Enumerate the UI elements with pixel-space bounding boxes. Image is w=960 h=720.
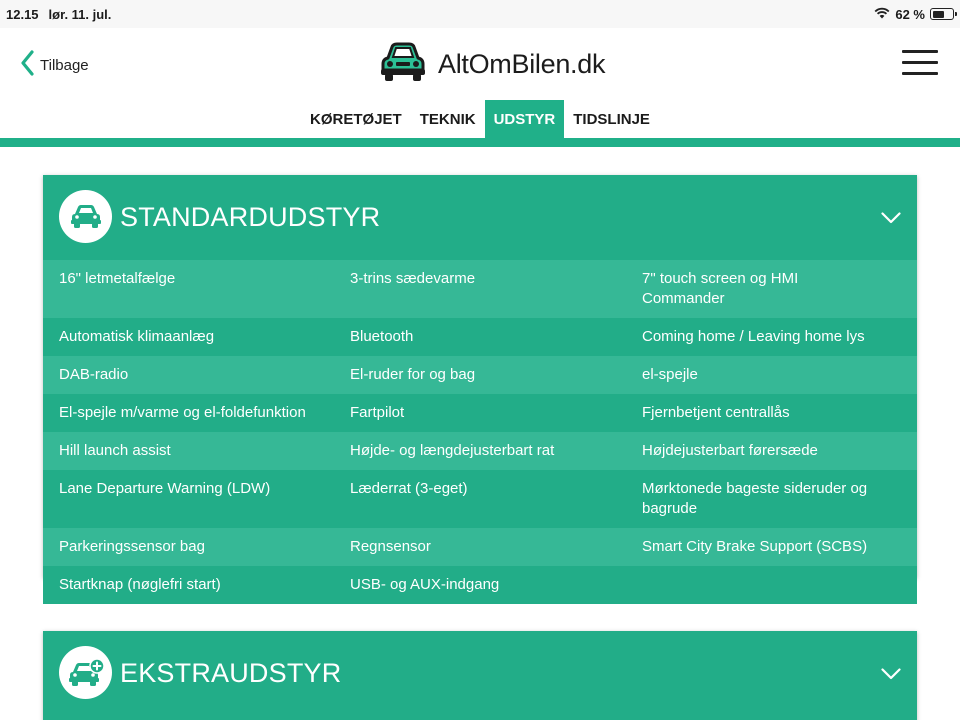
tab-bar: KØRETØJET TEKNIK UDSTYR TIDSLINJE	[0, 100, 960, 138]
table-row: Lane Departure Warning (LDW) Læderrat (3…	[43, 470, 917, 528]
standard-equipment-header[interactable]: STANDARDUDSTYR	[43, 175, 917, 260]
battery-percent: 62 %	[895, 6, 925, 22]
equipment-item: 7" touch screen og HMI Commander	[642, 270, 799, 307]
equipment-item: Automatisk klimaanlæg	[59, 328, 215, 345]
standard-equipment-title: STANDARDUDSTYR	[120, 202, 381, 232]
menu-line	[902, 50, 938, 53]
tab-underline	[0, 138, 960, 147]
table-row: DAB-radio El-ruder for og bag el-spejle	[43, 356, 917, 394]
equipment-item: 3-trins sædevarme	[350, 270, 476, 287]
car-icon	[59, 190, 112, 243]
menu-line	[902, 61, 938, 64]
extra-equipment-header[interactable]: EKSTRAUDSTYR	[43, 631, 917, 716]
battery-icon	[930, 8, 957, 20]
tab-udstyr[interactable]: UDSTYR	[484, 100, 565, 138]
equipment-item: Bluetooth	[350, 328, 414, 345]
equipment-item: Fartpilot	[350, 404, 405, 421]
equipment-item: Mørktonede bageste sideruder og bagrude	[642, 480, 868, 517]
standard-equipment-list: 16" letmetalfælge 3-trins sædevarme 7" t…	[43, 260, 917, 604]
equipment-item: el-spejle	[642, 366, 698, 383]
tab-tidslinje[interactable]: TIDSLINJE	[564, 100, 659, 138]
equipment-item: El-ruder for og bag	[350, 366, 476, 383]
chevron-down-icon[interactable]	[881, 667, 901, 685]
status-date: lør. 11. jul.	[48, 6, 112, 22]
equipment-item: Smart City Brake Support (SCBS)	[642, 538, 868, 555]
site-logo[interactable]: AltOmBilen.dk	[377, 40, 605, 89]
equipment-item: USB- og AUX-indgang	[350, 576, 500, 593]
menu-line	[902, 72, 938, 75]
extra-equipment-title: EKSTRAUDSTYR	[120, 658, 342, 688]
table-row: 16" letmetalfælge 3-trins sædevarme 7" t…	[43, 260, 917, 318]
car-plus-icon	[59, 646, 112, 699]
equipment-item: Læderrat (3-eget)	[350, 480, 468, 497]
equipment-item: DAB-radio	[59, 366, 129, 383]
equipment-item: Fjernbetjent centrallås	[642, 404, 790, 421]
table-row: Startknap (nøglefri start) USB- og AUX-i…	[43, 566, 917, 604]
equipment-item: Hill launch assist	[59, 442, 171, 459]
hamburger-menu-button[interactable]	[902, 50, 938, 78]
equipment-item: El-spejle m/varme og el-foldefunktion	[59, 404, 306, 421]
equipment-item: Højde- og længdejusterbart rat	[350, 442, 555, 459]
equipment-item	[626, 566, 917, 604]
equipment-item: Højdejusterbart førersæde	[642, 442, 818, 459]
tab-teknik[interactable]: TEKNIK	[411, 100, 485, 138]
equipment-item: Lane Departure Warning (LDW)	[59, 480, 271, 497]
wifi-icon	[874, 7, 890, 22]
equipment-item: Coming home / Leaving home lys	[642, 328, 865, 345]
extra-equipment-section: EKSTRAUDSTYR	[43, 631, 917, 720]
back-label: Tilbage	[40, 57, 89, 74]
equipment-item: 16" letmetalfælge	[59, 270, 176, 287]
equipment-item: Regnsensor	[350, 538, 431, 555]
equipment-item: Parkeringssensor bag	[59, 538, 205, 555]
table-row: Parkeringssensor bag Regnsensor Smart Ci…	[43, 528, 917, 566]
status-bar: 12.15 lør. 11. jul. 62 %	[0, 0, 960, 28]
app-header: Tilbage AltOmBilen.dk	[0, 28, 960, 100]
status-time: 12.15	[6, 6, 39, 22]
back-button[interactable]: Tilbage	[20, 50, 89, 81]
logo-text: AltOmBilen.dk	[438, 49, 606, 79]
equipment-item: Startknap (nøglefri start)	[59, 576, 221, 593]
table-row: Hill launch assist Højde- og længdejuste…	[43, 432, 917, 470]
tab-koeretoejet[interactable]: KØRETØJET	[301, 100, 411, 138]
car-logo-icon	[377, 40, 429, 89]
chevron-down-icon[interactable]	[881, 211, 901, 229]
standard-equipment-section: STANDARDUDSTYR 16" letmetalfælge 3-trins…	[43, 175, 917, 604]
table-row: El-spejle m/varme og el-foldefunktion Fa…	[43, 394, 917, 432]
chevron-left-icon	[20, 50, 34, 81]
table-row: Automatisk klimaanlæg Bluetooth Coming h…	[43, 318, 917, 356]
